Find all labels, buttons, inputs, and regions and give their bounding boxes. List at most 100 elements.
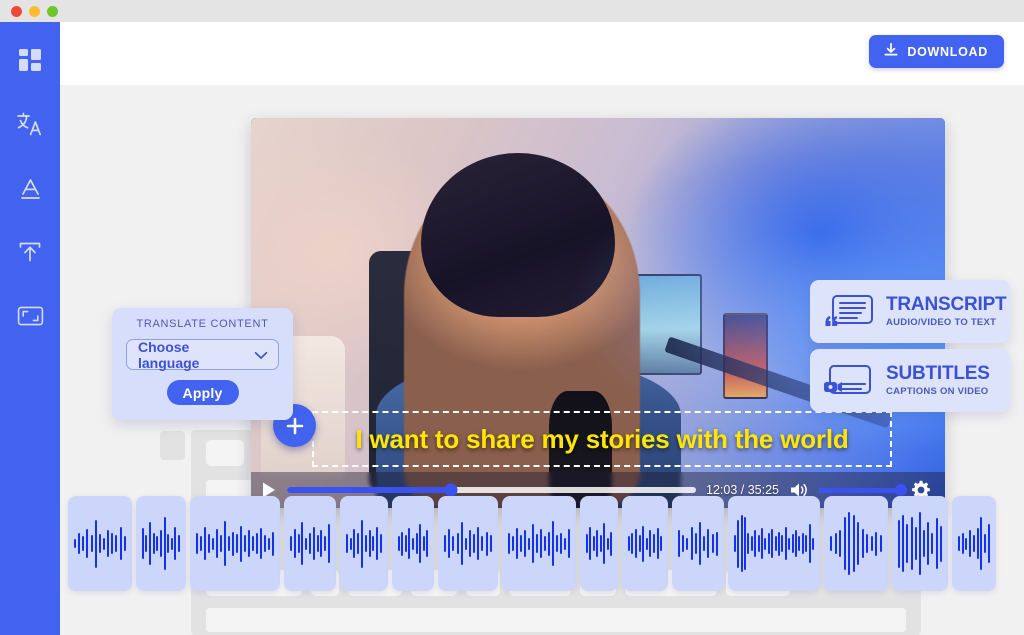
transcript-card-title: TRANSCRIPT: [886, 294, 1007, 316]
waveform-bar: [397, 536, 400, 551]
waveform-bar: [196, 532, 198, 555]
waveform-bar: [141, 527, 144, 560]
waveform-clip[interactable]: [284, 496, 336, 591]
waveform-clip[interactable]: [952, 496, 996, 591]
waveform-clip[interactable]: [438, 496, 498, 591]
waveform-bar: [984, 533, 987, 554]
waveform-bar: [178, 535, 181, 552]
sidebar-item-upload[interactable]: [12, 234, 48, 270]
waveform-bar: [170, 537, 173, 550]
waveform-bar: [248, 530, 250, 557]
waveform-bar: [293, 529, 296, 558]
waveform-bar: [411, 537, 414, 550]
waveform-bar: [939, 525, 942, 562]
volume-slider[interactable]: [819, 484, 907, 496]
waveform-bar: [548, 531, 550, 556]
download-button[interactable]: DOWNLOAD: [869, 35, 1004, 68]
waveform-bar: [228, 536, 230, 551]
window-maximize-button[interactable]: [47, 5, 58, 17]
waveform-bar: [976, 527, 979, 560]
progress-handle[interactable]: [444, 483, 458, 497]
playback-progress-slider[interactable]: [287, 483, 697, 497]
transcript-card[interactable]: TRANSCRIPT AUDIO/VIDEO TO TEXT: [810, 280, 1010, 343]
waveform-bar: [791, 533, 794, 554]
waveform-clip[interactable]: [68, 496, 132, 591]
waveform-bar: [477, 526, 480, 561]
waveform-bar: [419, 524, 422, 563]
left-sidebar: [0, 22, 60, 635]
timeline-tab-handle-top[interactable]: [160, 431, 185, 460]
waveform-bar: [610, 531, 613, 556]
waveform-bar: [167, 533, 170, 554]
waveform-bar: [469, 530, 472, 557]
waveform-bar: [512, 536, 514, 551]
waveform-bar: [145, 535, 148, 552]
waveform-bar: [927, 521, 930, 566]
waveform-bar: [260, 527, 262, 560]
window-minimize-button[interactable]: [29, 5, 40, 17]
waveform-bar: [656, 527, 659, 560]
waveform-bar: [376, 526, 379, 561]
waveform-bar: [875, 531, 878, 556]
sidebar-item-resize[interactable]: [12, 298, 48, 334]
waveform-clip[interactable]: [340, 496, 388, 591]
waveform-bar: [216, 529, 218, 558]
waveform-bar: [707, 529, 710, 558]
waveform-clip[interactable]: [392, 496, 434, 591]
waveform-bar: [631, 532, 634, 555]
waveform-bar: [536, 533, 538, 554]
language-select[interactable]: Choose language: [126, 339, 279, 371]
waveform-clip[interactable]: [824, 496, 888, 591]
window-close-button[interactable]: [11, 5, 22, 17]
waveform-bar: [914, 526, 917, 561]
waveform-bar: [694, 532, 697, 555]
waveform-bar: [232, 531, 234, 556]
waveform-bar: [353, 529, 356, 558]
waveform-bar: [272, 531, 274, 556]
waveform-bar: [988, 524, 990, 563]
waveform-bar: [843, 517, 846, 570]
waveform-bar: [603, 523, 606, 564]
apply-button[interactable]: Apply: [166, 380, 239, 405]
waveform-bar: [686, 537, 689, 550]
waveform-bar: [268, 537, 270, 550]
waveform-bar: [848, 512, 851, 575]
sidebar-item-text[interactable]: [12, 170, 48, 206]
caption-selection-box[interactable]: I want to share my stories with the worl…: [312, 411, 892, 467]
waveform-bar: [757, 535, 760, 552]
translate-icon: [16, 111, 44, 137]
waveform-clip[interactable]: [190, 496, 280, 591]
waveform-clip[interactable]: [136, 496, 186, 591]
waveform-bar: [774, 536, 777, 551]
waveform-bar: [94, 519, 97, 568]
sidebar-item-dashboard[interactable]: [12, 42, 48, 78]
waveform-bar: [596, 530, 599, 557]
subtitles-card-text: SUBTITLES CAPTIONS ON VIDEO: [886, 364, 990, 397]
waveform-bar: [852, 514, 855, 573]
waveform-bar: [524, 530, 526, 557]
audio-waveform-track[interactable]: [68, 496, 1024, 591]
waveform-bar: [426, 530, 429, 557]
volume-handle[interactable]: [895, 484, 907, 496]
waveform-clip[interactable]: [892, 496, 948, 591]
subtitles-card[interactable]: SUBTITLES CAPTIONS ON VIDEO: [810, 349, 1010, 412]
waveform-bar: [159, 530, 162, 557]
waveform-bar: [699, 521, 702, 566]
waveform-clip[interactable]: [622, 496, 668, 591]
waveform-bar: [119, 526, 122, 561]
waveform-clip[interactable]: [728, 496, 820, 591]
waveform-bar: [805, 535, 808, 552]
dashboard-grid-icon: [17, 47, 43, 73]
waveform-bar: [902, 514, 905, 573]
caption-text: I want to share my stories with the worl…: [355, 423, 849, 454]
waveform-bar: [857, 521, 860, 566]
waveform-clip[interactable]: [672, 496, 724, 591]
waveform-clip[interactable]: [580, 496, 618, 591]
sidebar-item-translate[interactable]: [12, 106, 48, 142]
waveform-bar: [771, 529, 774, 558]
waveform-bar: [733, 535, 736, 552]
waveform-bar: [798, 536, 801, 551]
waveform-bar: [107, 530, 110, 557]
waveform-bar: [740, 514, 743, 573]
waveform-clip[interactable]: [502, 496, 576, 591]
